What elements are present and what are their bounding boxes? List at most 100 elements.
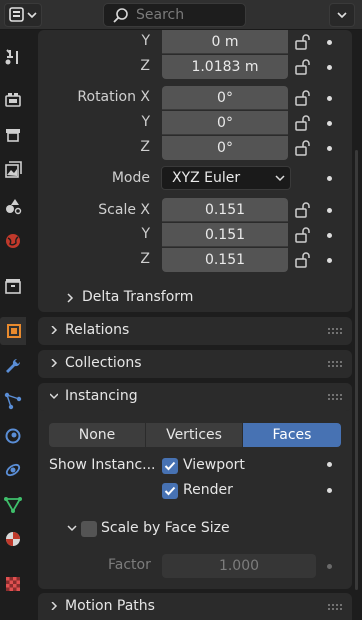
location-z-field[interactable]: 1.0183 m — [162, 55, 288, 79]
factor-field[interactable]: 1.000 — [162, 554, 316, 578]
material-icon[interactable] — [3, 529, 23, 549]
scale-y-label: Y — [141, 226, 150, 242]
keyframe-dot[interactable] — [327, 40, 332, 45]
object-icon — [7, 324, 21, 338]
scale-by-face-size-checkbox[interactable] — [81, 521, 97, 537]
chevron-down-icon — [337, 12, 347, 19]
chevron-down-icon — [275, 175, 285, 182]
collections-panel-header[interactable]: Collections — [38, 350, 352, 378]
chevron-down-icon — [50, 393, 58, 400]
search-input[interactable]: Search — [103, 3, 246, 27]
keyframe-dot[interactable] — [327, 121, 332, 126]
scale-by-face-size-subpanel[interactable]: Scale by Face Size — [62, 518, 322, 540]
keyframe-dot[interactable] — [327, 488, 332, 493]
keyframe-dot[interactable] — [327, 65, 332, 70]
scale-z-field[interactable]: 0.151 — [162, 248, 288, 272]
header-bar: Search — [0, 0, 362, 30]
world-icon[interactable] — [3, 231, 23, 251]
properties-editor-icon — [9, 7, 37, 22]
properties-tab-bar — [0, 30, 26, 620]
render-checkbox[interactable] — [162, 483, 178, 499]
show-instancer-label: Show Instanc... — [49, 457, 156, 473]
options-dropdown-button[interactable] — [329, 3, 355, 27]
keyframe-dot[interactable] — [327, 146, 332, 151]
keyframe-dot[interactable] — [327, 96, 332, 101]
delta-transform-label: Delta Transform — [82, 289, 194, 305]
object-tab[interactable] — [0, 317, 26, 345]
keyframe-dot[interactable] — [327, 233, 332, 238]
unlock-icon[interactable] — [294, 202, 312, 218]
viewport-label: Viewport — [183, 457, 245, 473]
instancing-panel-header[interactable]: Instancing — [38, 383, 352, 411]
rotation-x-label: Rotation X — [77, 89, 150, 105]
relations-label: Relations — [65, 322, 130, 338]
instancing-label: Instancing — [65, 388, 138, 404]
rotation-y-label: Y — [141, 114, 150, 130]
object-data-mesh-icon[interactable] — [3, 495, 23, 515]
rotation-mode-value: XYZ Euler — [172, 170, 241, 186]
scale-x-label: Scale X — [98, 202, 150, 218]
scale-x-field[interactable]: 0.151 — [162, 198, 288, 222]
particles-icon[interactable] — [3, 391, 23, 411]
render-label: Render — [183, 482, 233, 498]
texture-icon[interactable] — [3, 574, 23, 594]
search-placeholder: Search — [136, 7, 185, 23]
tool-icon[interactable] — [3, 47, 23, 67]
checkmark-icon — [164, 461, 176, 471]
rotation-z-label: Z — [140, 139, 150, 155]
rotation-z-field[interactable]: 0° — [162, 136, 288, 160]
factor-label: Factor — [108, 557, 151, 573]
chevron-down-icon — [67, 525, 77, 532]
modifier-wrench-icon[interactable] — [3, 356, 23, 376]
keyframe-dot[interactable] — [327, 258, 332, 263]
scale-y-field[interactable]: 0.151 — [162, 223, 288, 247]
unlock-icon[interactable] — [294, 90, 312, 106]
chevron-right-icon — [51, 602, 58, 610]
output-icon[interactable] — [3, 125, 23, 145]
scrollbar[interactable] — [355, 150, 358, 590]
rotation-mode-dropdown[interactable]: XYZ Euler — [161, 166, 291, 190]
render-icon[interactable] — [3, 90, 23, 110]
instancing-faces-button[interactable]: Faces — [243, 423, 341, 447]
collection-icon[interactable] — [3, 276, 23, 296]
rotation-x-field[interactable]: 0° — [162, 86, 288, 110]
rotation-mode-label: Mode — [111, 170, 150, 186]
location-y-label: Y — [141, 33, 150, 49]
location-y-field[interactable]: 0 m — [162, 30, 288, 54]
constraints-icon[interactable] — [3, 460, 23, 480]
checkmark-icon — [164, 486, 176, 496]
chevron-right-icon — [51, 326, 58, 334]
unlock-icon[interactable] — [294, 115, 312, 131]
delta-transform-subpanel[interactable]: Delta Transform — [60, 287, 320, 309]
view-layer-icon[interactable] — [3, 160, 23, 180]
chevron-right-icon — [51, 359, 58, 367]
keyframe-dot[interactable] — [327, 208, 332, 213]
instancing-vertices-button[interactable]: Vertices — [146, 423, 242, 447]
unlock-icon[interactable] — [294, 227, 312, 243]
unlock-icon[interactable] — [294, 59, 312, 75]
instancing-none-button[interactable]: None — [49, 423, 145, 447]
unlock-icon[interactable] — [294, 140, 312, 156]
drag-handle-icon[interactable] — [328, 361, 342, 367]
unlock-icon[interactable] — [294, 252, 312, 268]
scale-z-label: Z — [140, 251, 150, 267]
viewport-checkbox[interactable] — [162, 458, 178, 474]
search-icon — [113, 8, 128, 23]
rotation-y-field[interactable]: 0° — [162, 111, 288, 135]
collections-label: Collections — [65, 355, 142, 371]
scene-icon[interactable] — [3, 196, 23, 216]
keyframe-dot[interactable] — [327, 564, 332, 569]
drag-handle-icon[interactable] — [328, 394, 342, 400]
relations-panel-header[interactable]: Relations — [38, 317, 352, 345]
motion-paths-label: Motion Paths — [65, 598, 155, 614]
keyframe-dot[interactable] — [327, 176, 332, 181]
drag-handle-icon[interactable] — [328, 328, 342, 334]
keyframe-dot[interactable] — [327, 462, 332, 467]
unlock-icon[interactable] — [294, 34, 312, 50]
drag-handle-icon[interactable] — [328, 604, 342, 610]
motion-paths-panel-header[interactable]: Motion Paths — [38, 593, 352, 620]
scale-by-face-size-label: Scale by Face Size — [101, 520, 230, 536]
physics-icon[interactable] — [3, 426, 23, 446]
editor-type-button[interactable] — [4, 3, 42, 27]
chevron-right-icon — [67, 293, 74, 303]
